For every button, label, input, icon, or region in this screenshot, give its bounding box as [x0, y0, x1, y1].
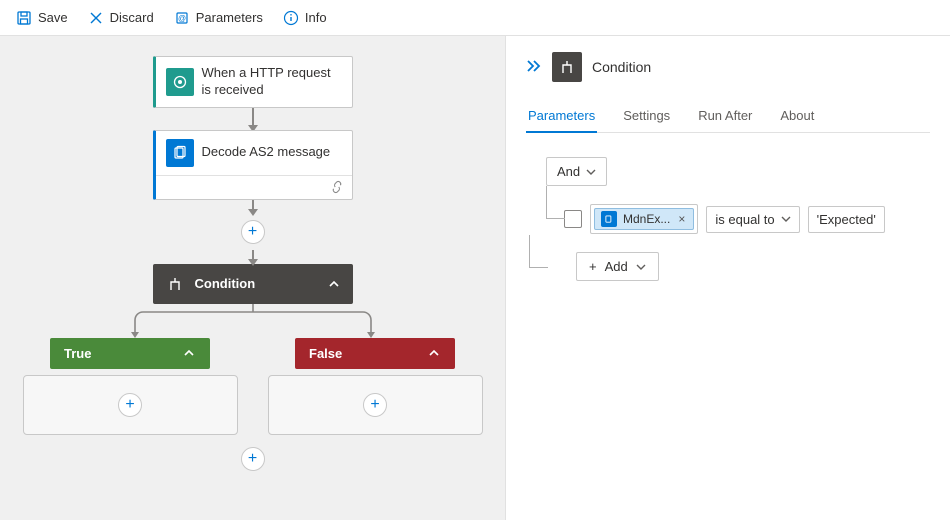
save-icon: [16, 10, 32, 26]
token-label: MdnEx...: [623, 212, 670, 226]
operand-right-value: 'Expected': [817, 212, 876, 227]
false-chip[interactable]: False: [295, 338, 455, 369]
add-step-button[interactable]: +: [241, 447, 265, 471]
add-step-button[interactable]: +: [363, 393, 387, 417]
save-label: Save: [38, 10, 68, 25]
tab-settings[interactable]: Settings: [621, 100, 672, 132]
condition-branches: True + False: [20, 314, 485, 435]
tab-about[interactable]: About: [778, 100, 816, 132]
discard-button[interactable]: Discard: [80, 6, 162, 30]
panel-title: Condition: [592, 59, 651, 75]
false-label: False: [309, 346, 342, 361]
decode-link-icon: [156, 175, 352, 199]
true-label: True: [64, 346, 91, 361]
condition-icon: [165, 274, 185, 294]
false-branch-body[interactable]: +: [268, 375, 483, 435]
http-trigger-icon: [166, 68, 194, 96]
svg-text:@: @: [178, 14, 186, 23]
chevron-down-icon: [781, 214, 791, 224]
discard-icon: [88, 10, 104, 26]
connector-arrow: [252, 108, 254, 130]
info-button[interactable]: Info: [275, 6, 335, 30]
token-icon: [601, 211, 617, 227]
operand-right-input[interactable]: 'Expected': [808, 206, 885, 233]
chevron-up-icon: [427, 346, 441, 360]
false-branch: False +: [268, 338, 483, 435]
add-step-button[interactable]: +: [118, 393, 142, 417]
parameters-label: Parameters: [196, 10, 263, 25]
chevron-down-icon: [636, 262, 646, 272]
workflow-canvas[interactable]: When a HTTP request is received Decode A…: [0, 36, 505, 520]
condition-title: Condition: [195, 276, 317, 291]
chevron-up-icon: [327, 277, 341, 291]
condition-row: MdnEx... × is equal to 'Expected': [564, 204, 930, 234]
add-label: Add: [605, 259, 628, 274]
dynamic-content-token[interactable]: MdnEx... ×: [594, 208, 694, 230]
tab-parameters[interactable]: Parameters: [526, 100, 597, 133]
add-step-button[interactable]: +: [241, 220, 265, 244]
token-remove-button[interactable]: ×: [676, 212, 687, 226]
panel-tabs: Parameters Settings Run After About: [526, 100, 930, 133]
parameters-icon: @: [174, 10, 190, 26]
trigger-title: When a HTTP request is received: [202, 65, 342, 99]
decode-title: Decode AS2 message: [202, 144, 331, 161]
operator-label: is equal to: [715, 212, 774, 227]
chevron-down-icon: [586, 167, 596, 177]
condition-card[interactable]: Condition: [153, 264, 353, 304]
connector-arrow: [252, 200, 254, 214]
true-branch: True +: [23, 338, 238, 435]
plus-icon: +: [589, 259, 597, 274]
parameters-button[interactable]: @ Parameters: [166, 6, 271, 30]
true-chip[interactable]: True: [50, 338, 210, 369]
discard-label: Discard: [110, 10, 154, 25]
row-checkbox[interactable]: [564, 210, 582, 228]
toolbar: Save Discard @ Parameters Info: [0, 0, 950, 36]
tab-run-after[interactable]: Run After: [696, 100, 754, 132]
decode-card[interactable]: Decode AS2 message: [153, 130, 353, 200]
condition-builder: And MdnEx... × is equal to: [546, 157, 930, 281]
operand-left-input[interactable]: MdnEx... ×: [590, 204, 698, 234]
connector-arrow: [252, 250, 254, 264]
info-label: Info: [305, 10, 327, 25]
condition-icon: [552, 52, 582, 82]
add-condition-button[interactable]: + Add: [576, 252, 659, 281]
operator-select[interactable]: is equal to: [706, 206, 799, 233]
group-operator-select[interactable]: And: [546, 157, 607, 186]
details-panel: Condition Parameters Settings Run After …: [505, 36, 950, 520]
collapse-panel-button[interactable]: [526, 59, 542, 76]
info-icon: [283, 10, 299, 26]
group-operator-label: And: [557, 164, 580, 179]
trigger-card[interactable]: When a HTTP request is received: [153, 56, 353, 108]
save-button[interactable]: Save: [8, 6, 76, 30]
chevron-up-icon: [182, 346, 196, 360]
true-branch-body[interactable]: +: [23, 375, 238, 435]
decode-as2-icon: [166, 139, 194, 167]
